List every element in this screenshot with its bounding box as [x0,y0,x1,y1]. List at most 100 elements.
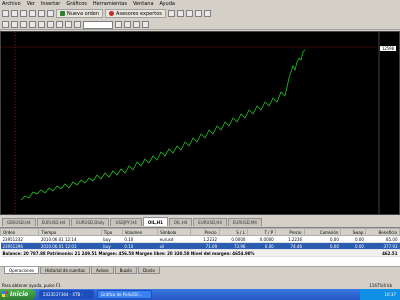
horizontal-line-icon[interactable] [29,21,36,28]
new-chart-icon[interactable] [2,10,9,17]
data-window-icon[interactable] [29,10,36,17]
toolbar-row-2 [0,19,400,30]
cell-order: 23951232 [0,235,39,243]
system-tray-clock: 10:37 [360,289,400,300]
col-order[interactable]: Orden [0,228,40,236]
terminal-icon[interactable] [47,10,54,17]
col-tp[interactable]: T / P [246,228,277,236]
channel-icon[interactable] [47,21,54,28]
col-commission[interactable]: Comisión [303,228,342,236]
col-type[interactable]: Tipo [100,228,123,236]
chart-tab[interactable]: USDJPY,H4 [110,218,142,226]
tab-operaciones[interactable]: Operaciones [4,267,40,274]
new-order-label: Nueva orden [67,10,100,17]
menu-herramientas[interactable]: Herramientas [93,1,127,7]
menu-archivo[interactable]: Archivo [2,1,21,7]
tab-avisos[interactable]: Avisos [91,267,114,274]
navigator-icon[interactable] [38,10,45,17]
crosshair-icon[interactable] [11,21,18,28]
cell-type: buy [101,242,123,250]
tab-diario[interactable]: Diario [138,267,160,274]
cell-swap: 0.00 [340,242,366,250]
cell-symbol: oil [157,242,191,250]
expert-advisors-button[interactable]: Asesores expertos [105,9,166,18]
text-icon[interactable] [65,21,72,28]
cell-volume: 0.10 [122,242,158,250]
zoom-out-icon[interactable] [203,10,211,17]
toolbar: Nueva orden Asesores expertos [0,8,400,30]
menu-insertar[interactable]: Insertar [41,1,60,7]
terminal-tabs: Operaciones Historial de cuentas Avisos … [0,266,400,274]
cursor-icon[interactable] [2,21,9,28]
price-chart[interactable]: 12590 [0,31,400,215]
vertical-line-icon[interactable] [20,21,27,28]
col-price[interactable]: Precio [190,228,220,236]
cell-order: 23951296 [0,242,39,250]
col-volume[interactable]: Volumen [121,228,159,236]
cell-price: 71.09 [190,242,220,250]
new-order-icon [60,11,65,16]
bar-chart-icon[interactable] [167,10,175,17]
col-swap[interactable]: Swap [340,228,367,236]
cell-sl: 0.0000 [219,235,248,243]
menu-bar: Archivo Ver Insertar Gráficos Herramient… [0,0,400,8]
cell-time: 2010.06.01 12:03 [38,242,102,250]
balance-total: 462.51 [365,249,400,257]
cell-price-current: 74.46 [275,242,304,250]
taskbar-item[interactable]: 2323537364 - XTB - [39,290,94,299]
menu-graficos[interactable]: Gráficos [66,1,87,7]
table-row-selected[interactable]: 23951296 2010.06.01 12:03 buy 0.10 oil 7… [0,242,400,250]
col-symbol[interactable]: Símbolo [157,228,192,236]
menu-ventana[interactable]: Ventana [133,1,154,7]
line-chart-icon[interactable] [185,10,193,17]
chart-tab[interactable]: EURUSD,Daily [71,218,110,226]
cell-tp: 0.00 [247,242,276,250]
cell-commission: 0.00 [304,235,341,243]
chart-tab[interactable]: EURUSD,H4 [36,218,71,226]
chart-tab[interactable]: EURUSD,M4 [227,218,262,226]
col-sl[interactable]: S / L [218,228,248,236]
orders-header-row: Orden Tiempo Tipo Volumen Símbolo Precio… [0,228,400,236]
status-help: Para obtener ayuda, pulse F1 [2,282,61,288]
chart-tab[interactable]: GBSUSD,H4 [2,218,36,226]
period-m5-icon[interactable] [124,21,131,28]
menu-ayuda[interactable]: Ayuda [160,1,175,7]
price-chart-svg [1,32,380,214]
chart-tab[interactable]: EURUSD,H4 [193,218,227,226]
chart-tab[interactable]: OIL,H4 [168,218,193,226]
period-d1-icon[interactable] [142,21,149,28]
cell-type: buy [101,235,123,243]
trendline-icon[interactable] [38,21,45,28]
fibonacci-icon[interactable] [56,21,63,28]
start-button[interactable]: Inicio [0,289,36,300]
balance-summary: Balance: 20 787.88 Patrimonio: 21 249.51… [0,249,366,257]
new-order-button[interactable]: Nueva orden [56,9,104,18]
orders-table: Orden Tiempo Tipo Volumen Símbolo Precio… [0,228,400,257]
taskbar: Inicio 2323537364 - XTB - Gráfico de Pol… [0,289,400,300]
period-m1-icon[interactable] [115,21,122,28]
candlestick-icon[interactable] [176,10,184,17]
tab-historial[interactable]: Historial de cuentas [40,267,91,274]
period-h1-icon[interactable] [133,21,140,28]
taskbar-item[interactable]: Gráfico de PoliciOil... [97,290,152,299]
col-price-current[interactable]: Precio [275,228,305,236]
zoom-in-icon[interactable] [194,10,202,17]
cell-profit: 85.00 [365,235,400,243]
cell-price-current: 1.2236 [275,235,304,243]
timeframe-selector[interactable] [83,20,113,29]
cell-volume: 0.10 [122,235,158,243]
col-time[interactable]: Tiempo [38,228,102,236]
cell-commission: 0.00 [304,242,341,250]
profiles-icon[interactable] [11,10,18,17]
tab-buzon[interactable]: Buzón [114,267,137,274]
label-icon[interactable] [74,21,81,28]
table-row[interactable]: 23951232 2010.06.01 12:14 buy 0.10 eurus… [0,235,400,243]
current-price-label: 12590 [379,46,396,51]
menu-ver[interactable]: Ver [27,1,35,7]
chart-tabs: GBSUSD,H4 EURUSD,H4 EURUSD,Daily USDJPY,… [0,217,400,226]
col-profit[interactable]: Beneficio [365,228,400,236]
chart-tab-active[interactable]: OIL,H1 [142,217,168,226]
cell-tp: 0.0000 [247,235,276,243]
market-watch-icon[interactable] [20,10,27,17]
expert-advisors-label: Asesores expertos [116,10,162,17]
